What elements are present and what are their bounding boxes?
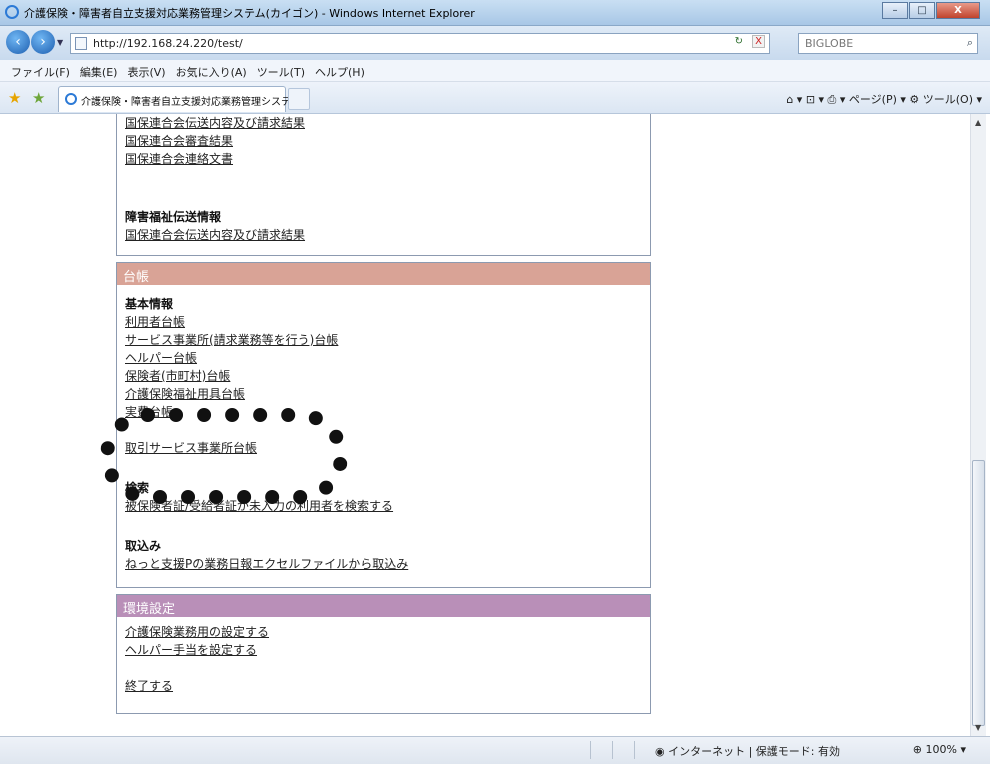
security-zone[interactable]: ◉ インターネット | 保護モード: 有効: [655, 743, 840, 759]
search-provider-label: BIGLOBE: [805, 37, 854, 50]
forward-arrow-icon[interactable]: ›: [31, 30, 55, 54]
status-bar: ◉ インターネット | 保護モード: 有効 ⊕ 100% ▾: [0, 736, 990, 764]
link-shogai-transmission[interactable]: 国保連合会伝送内容及び請求結果: [125, 226, 642, 244]
link-welfare-equipment-ledger[interactable]: 介護保険福祉用具台帳: [125, 385, 642, 403]
close-button[interactable]: X: [936, 2, 980, 19]
maximize-button[interactable]: □: [909, 2, 935, 19]
zoom-text: 100%: [925, 743, 957, 756]
window-controls: – □ X: [881, 2, 980, 19]
minimize-button[interactable]: –: [882, 2, 908, 19]
panel-settings: 環境設定 介護保険業務用の設定する ヘルパー手当を設定する 終了する: [116, 594, 651, 714]
menu-help[interactable]: ヘルプ(H): [310, 60, 370, 81]
command-bar[interactable]: ⌂ ▾ ⊡ ▾ ⎙ ▾ ページ(P) ▾ ⚙ ツール(O) ▾: [786, 91, 982, 107]
link-exit[interactable]: 終了する: [125, 677, 642, 695]
link-kaigo-settings[interactable]: 介護保険業務用の設定する: [125, 623, 642, 641]
tab-bar: ★ ★ 介護保険・障害者自立支援対応業務管理システ... ⌂ ▾ ⊡ ▾ ⎙ ▾…: [0, 82, 990, 114]
back-arrow-icon[interactable]: ‹: [6, 30, 30, 54]
vertical-scrollbar[interactable]: ▲ ▼: [970, 114, 986, 736]
refresh-icon[interactable]: ↻: [735, 36, 743, 47]
menu-file[interactable]: ファイル(F): [6, 60, 75, 81]
zoom-icon: ⊕: [912, 743, 923, 756]
panel-header-settings: 環境設定: [117, 595, 650, 617]
link-kokuho-review[interactable]: 国保連合会審査結果: [125, 132, 642, 150]
link-partner-office-ledger[interactable]: 取引サービス事業所台帳: [125, 439, 642, 457]
stop-icon[interactable]: X: [752, 35, 765, 48]
add-favorite-icon[interactable]: ★: [32, 89, 45, 107]
link-user-ledger[interactable]: 利用者台帳: [125, 313, 642, 331]
status-separator: [612, 741, 613, 759]
panel-header-daicho: 台帳: [117, 263, 650, 285]
address-toolbar: ‹ › ▼ http://192.168.24.220/test/ ↻ X BI…: [0, 26, 990, 60]
address-controls: ↻ X: [735, 35, 765, 48]
link-helper-allowance[interactable]: ヘルパー手当を設定する: [125, 641, 642, 659]
section-title-search: 検索: [125, 481, 150, 495]
tab-label: 介護保険・障害者自立支援対応業務管理システ...: [81, 97, 301, 108]
status-separator: [590, 741, 591, 759]
tab-active[interactable]: 介護保険・障害者自立支援対応業務管理システ...: [58, 86, 301, 112]
search-icon[interactable]: ⌕: [967, 36, 973, 50]
link-insurer-ledger[interactable]: 保険者(市町村)台帳: [125, 367, 642, 385]
window-title: 介護保険・障害者自立支援対応業務管理システム(カイゴン) - Windows I…: [24, 7, 475, 20]
scroll-up-icon[interactable]: ▲: [975, 118, 981, 127]
link-expense-ledger[interactable]: 実費台帳: [125, 403, 642, 421]
menu-view[interactable]: 表示(V): [122, 60, 170, 81]
menu-tools[interactable]: ツール(T): [252, 60, 310, 81]
menu-favorites[interactable]: お気に入り(A): [171, 60, 252, 81]
section-title-import: 取込み: [125, 539, 162, 553]
panel-daicho: 台帳 基本情報 利用者台帳 サービス事業所(請求業務等を行う)台帳 ヘルパー台帳…: [116, 262, 651, 588]
address-url[interactable]: http://192.168.24.220/test/: [93, 37, 243, 50]
new-tab-button[interactable]: [288, 88, 310, 110]
ie-logo-icon: [5, 5, 19, 19]
history-dropdown-icon[interactable]: ▼: [57, 38, 63, 47]
link-helper-ledger[interactable]: ヘルパー台帳: [125, 349, 642, 367]
section-title-kihon: 基本情報: [125, 297, 174, 311]
link-office-ledger[interactable]: サービス事業所(請求業務等を行う)台帳: [125, 331, 642, 349]
menu-bar: ファイル(F) 編集(E) 表示(V) お気に入り(A) ツール(T) ヘルプ(…: [0, 60, 990, 82]
section-title-shogai: 障害福祉伝送情報: [125, 210, 222, 224]
page-icon: [75, 37, 87, 50]
link-import-excel[interactable]: ねっと支援Pの業務日報エクセルファイルから取込み: [125, 555, 642, 573]
scroll-down-icon[interactable]: ▼: [975, 723, 981, 732]
page-content: 国保連合会伝送内容及び請求結果 国保連合会審査結果 国保連合会連絡文書 障害福祉…: [0, 114, 970, 736]
globe-icon: ◉: [655, 745, 665, 758]
zone-text: インターネット | 保護モード: 有効: [668, 745, 841, 758]
zoom-level[interactable]: ⊕ 100% ▾: [913, 743, 966, 756]
status-separator: [634, 741, 635, 759]
link-kokuho-notice[interactable]: 国保連合会連絡文書: [125, 150, 642, 168]
panel-transmission: 国保連合会伝送内容及び請求結果 国保連合会審査結果 国保連合会連絡文書 障害福祉…: [116, 114, 651, 256]
window-title-bar: 介護保険・障害者自立支援対応業務管理システム(カイゴン) - Windows I…: [0, 0, 990, 26]
scroll-thumb[interactable]: [972, 460, 985, 726]
favorites-star-icon[interactable]: ★: [8, 89, 21, 107]
address-input[interactable]: http://192.168.24.220/test/ ↻ X: [70, 33, 770, 54]
link-kokuho-transmission[interactable]: 国保連合会伝送内容及び請求結果: [125, 114, 642, 132]
link-search-missing-cert[interactable]: 被保険者証/受給者証が未入力の利用者を検索する: [125, 497, 642, 515]
ie-page-icon: [65, 93, 77, 105]
menu-edit[interactable]: 編集(E): [75, 60, 123, 81]
search-input[interactable]: BIGLOBE ⌕: [798, 33, 978, 54]
